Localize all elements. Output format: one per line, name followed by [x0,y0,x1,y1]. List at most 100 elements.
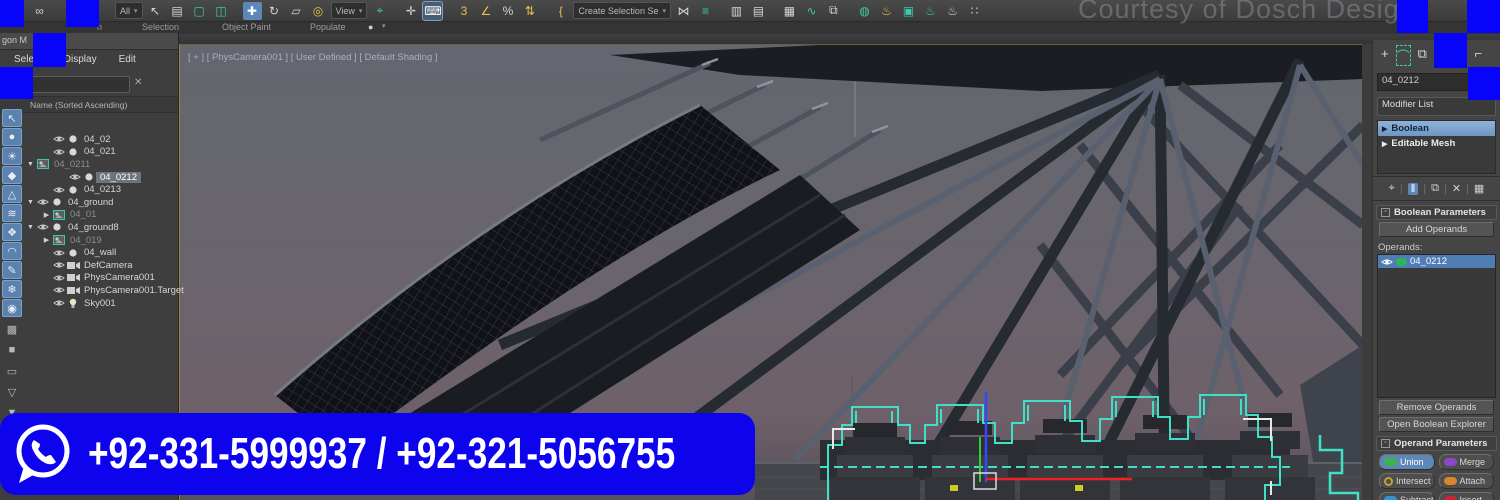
curve-editor-icon[interactable]: ∿ [802,2,821,20]
explorer-row[interactable]: ▶ 04_019 [25,234,179,247]
explorer-row[interactable]: ▼ 04_ground [25,196,179,209]
eye-icon[interactable] [53,298,65,308]
explorer-row[interactable]: 04_02 [25,133,179,146]
rail-helper-icon[interactable]: ≋ [2,204,22,222]
viewport-label[interactable]: [ + ] [ PhysCamera001 ] [ User Defined ]… [188,52,438,63]
expand-icon[interactable]: ▶ [1382,140,1387,148]
explorer-row[interactable]: PhysCamera001.Target [25,284,184,297]
select-and-move-icon[interactable]: ✚ [242,1,262,20]
panel-divider[interactable] [1362,44,1372,500]
rail-select-icon[interactable]: ↖ [2,109,22,127]
rail-square-icon[interactable]: ■ [2,341,22,359]
toggle-layer-explorer-icon[interactable]: ▤ [749,2,768,20]
menu-edit[interactable]: Edit [119,54,136,74]
expand-down-icon[interactable]: ▼ [25,161,36,168]
utilities-tab-icon[interactable]: ⌐ [1475,46,1483,65]
select-by-name-icon[interactable]: ▤ [168,2,187,20]
modify-tab-icon[interactable]: ⌒ [1395,45,1411,66]
eye-icon[interactable] [53,273,65,283]
explorer-row[interactable]: DefCamera [25,259,179,272]
explorer-row[interactable]: ▼ 04_ground8 [25,221,179,234]
eye-icon[interactable] [53,147,65,157]
expand-icon[interactable]: ▶ [1382,125,1387,133]
link-constraint-icon[interactable]: ∞ [30,2,49,20]
use-pivot-center-icon[interactable]: ⌖ [370,2,389,20]
eye-icon[interactable] [53,285,65,295]
selection-filter-dropdown[interactable]: All ▾ [115,2,143,19]
explorer-row[interactable]: PhysCamera001 [25,272,179,285]
boolean-parameters-rollout[interactable]: - Boolean Parameters [1376,205,1497,220]
eye-icon[interactable] [37,222,49,232]
configure-modifier-icon[interactable]: ▦ [1474,182,1484,195]
select-and-scale-icon[interactable]: ▱ [287,2,306,20]
ribbon-overflow-icon[interactable]: ● [368,22,373,32]
rail-hidden-icon[interactable]: ◉ [2,299,22,317]
pin-stack-icon[interactable]: ⌖ [1389,182,1395,195]
toggle-ribbon-icon[interactable]: ▦ [780,2,799,20]
collapse-icon[interactable]: - [1381,439,1390,448]
rail-camera-icon[interactable]: ◆ [2,166,22,184]
insert-button[interactable]: Insert [1438,492,1494,500]
toggle-scene-explorer-icon[interactable]: ▥ [727,2,746,20]
eye-icon[interactable] [1381,257,1393,267]
attach-button[interactable]: Attach [1438,473,1494,489]
select-and-rotate-icon[interactable]: ↻ [265,2,284,20]
mirror-icon[interactable]: ⋈ [674,2,693,20]
operand-parameters-rollout[interactable]: - Operand Parameters [1376,436,1497,451]
select-object-icon[interactable]: ↖ [146,2,165,20]
rail-pencil-icon[interactable]: ✎ [2,261,22,279]
create-tab-icon[interactable]: + [1381,46,1389,65]
hierarchy-tab-icon[interactable]: ⧉ [1418,46,1427,65]
select-and-manipulate-icon[interactable]: ✛ [401,2,420,20]
align-icon[interactable]: ≡ [696,2,715,20]
menu-display[interactable]: Display [64,54,97,74]
rail-shape-icon[interactable]: △ [2,185,22,203]
union-button[interactable]: Union [1379,454,1435,470]
render-iterative-icon[interactable]: ♨ [943,2,962,20]
rail-light-icon[interactable]: ☀ [2,147,22,165]
eye-icon[interactable] [53,134,65,144]
remove-operands-button[interactable]: Remove Operands [1379,400,1494,415]
rail-geometry-icon[interactable]: ● [2,128,22,146]
expand-right-icon[interactable]: ▶ [41,211,52,219]
explorer-row[interactable]: 04_0213 [25,183,179,196]
explorer-row[interactable]: Sky001 [25,297,179,310]
scene-explorer-title[interactable]: gon M [0,33,178,50]
expand-down-icon[interactable]: ▼ [25,199,36,206]
remove-modifier-icon[interactable]: ✕ [1452,182,1461,195]
render-setup-icon[interactable]: ♨ [877,2,896,20]
rail-spacewarp-icon[interactable]: ❖ [2,223,22,241]
collapse-icon[interactable]: - [1381,208,1390,217]
reference-coordinate-dropdown[interactable]: View ▾ [330,2,368,19]
stack-item-editable-mesh[interactable]: ▶ Editable Mesh [1378,136,1495,151]
rail-bone-icon[interactable]: ◠ [2,242,22,260]
spinner-snap-icon[interactable]: ⇅ [520,2,539,20]
rail-frozen-icon[interactable]: ❄ [2,280,22,298]
explorer-row[interactable]: 04_wall [25,246,179,259]
intersect-button[interactable]: Intersect [1379,473,1435,489]
schematic-view-icon[interactable]: ⧉ [824,2,843,20]
eye-icon[interactable] [69,172,81,182]
expand-right-icon[interactable]: ▶ [41,236,52,244]
angle-snap-icon[interactable]: ∠ [476,2,495,20]
ribbon-tab-populate[interactable]: Populate [310,22,346,32]
rail-page-icon[interactable]: ▭ [2,362,22,380]
explorer-row[interactable]: 04_0212 [25,171,179,184]
operand-row[interactable]: 04_0212 [1378,255,1495,268]
rail-filter-lightning-icon[interactable]: ▽ [2,383,22,401]
open-boolean-explorer-button[interactable]: Open Boolean Explorer [1379,417,1494,432]
snaps-toggle-icon[interactable]: 3 [454,2,473,20]
explorer-row[interactable]: ▼ 04_0211 [25,158,179,171]
grid-layout-icon[interactable]: ∷ [965,2,984,20]
eye-icon[interactable] [53,260,65,270]
rect-selection-region-icon[interactable]: ▢ [190,2,209,20]
add-operands-button[interactable]: Add Operands [1379,222,1494,237]
explorer-row[interactable]: ▶ 04_01 [25,209,179,222]
named-selection-set-dropdown[interactable]: Create Selection Se ▾ [573,2,671,19]
merge-button[interactable]: Merge [1438,454,1494,470]
select-and-place-icon[interactable]: ◎ [309,2,328,20]
eye-icon[interactable] [37,197,49,207]
ribbon-tab-object-paint[interactable]: Object Paint [222,22,271,32]
stack-item-boolean[interactable]: ▶ Boolean [1378,121,1495,136]
rail-material-icon[interactable]: ▩ [2,320,22,338]
